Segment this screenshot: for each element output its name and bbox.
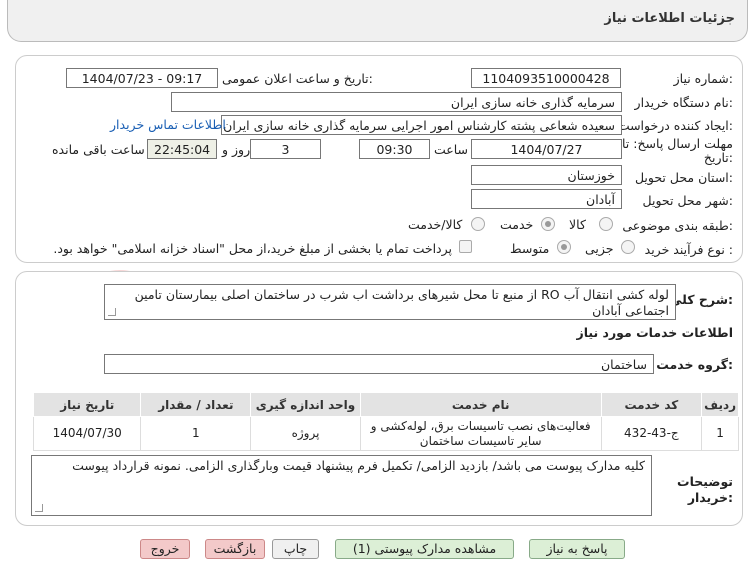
- col-quantity: تعداد / مقدار: [140, 392, 252, 417]
- deadline-time-label: ساعت: [434, 142, 469, 157]
- days-label: روز و: [222, 142, 251, 157]
- deadline-label: مهلت ارسال پاسخ: تا: [622, 136, 733, 151]
- buyer-contact-link[interactable]: اطلاعات تماس خریدار: [110, 117, 226, 132]
- service-group-label: گروه خدمت:: [656, 357, 733, 372]
- reply-button[interactable]: پاسخ به نیاز: [529, 539, 625, 559]
- buyer-notes-label-2: خریدار:: [687, 490, 733, 505]
- print-button[interactable]: چاپ: [272, 539, 319, 559]
- need-number-label: شماره نیاز:: [673, 71, 733, 86]
- page-header: جزئیات اطلاعات نیاز: [7, 0, 748, 42]
- table-row: 1 ج-43-432 فعالیت‌های نصب تاسیسات برق، ل…: [32, 416, 739, 451]
- cell-quantity: 1: [140, 416, 252, 451]
- cell-need-date: 1404/07/30: [32, 416, 142, 451]
- view-attachments-button[interactable]: مشاهده مدارک پیوستی (1): [335, 539, 514, 559]
- category-label: طبقه بندی موضوعی:: [622, 218, 733, 233]
- buyer-notes-textarea: کلیه مدارک پیوست می باشد/ بازدید الزامی/…: [31, 455, 652, 516]
- cell-row: 1: [701, 416, 739, 451]
- services-section-title: اطلاعات خدمات مورد نیاز: [576, 325, 734, 340]
- resize-handle[interactable]: [108, 308, 116, 316]
- province-label: استان محل تحویل:: [634, 170, 733, 185]
- summary-text: لوله کشی انتقال آب RO از منبع تا محل شیر…: [134, 287, 669, 318]
- col-service-name: نام خدمت: [359, 392, 602, 417]
- col-row: ردیف: [701, 392, 739, 417]
- city-field: آبادان: [471, 189, 622, 209]
- col-service-code: کد خدمت: [600, 392, 703, 417]
- city-label: شهر محل تحویل:: [642, 193, 733, 208]
- cell-unit: پروژه: [250, 416, 361, 451]
- cell-service-code: ج-43-432: [600, 416, 703, 451]
- need-number-field: 1104093510000428: [471, 68, 621, 88]
- announce-date-field: 1404/07/23 - 09:17: [66, 68, 218, 88]
- resize-handle[interactable]: [35, 504, 43, 512]
- creator-label: ایجاد کننده درخواست:: [617, 118, 733, 133]
- back-button[interactable]: بازگشت: [205, 539, 265, 559]
- process-option-medium: متوسط: [510, 241, 550, 256]
- category-radio-goods-service[interactable]: [471, 217, 485, 231]
- payment-note: پرداخت تمام یا بخشی از مبلغ خرید،از محل …: [53, 241, 452, 256]
- table-header-row: ردیف کد خدمت نام خدمت واحد اندازه گیری ت…: [32, 392, 739, 417]
- buyer-org-field: سرمایه گذاری خانه سازی ایران: [171, 92, 622, 112]
- cell-service-name: فعالیت‌های نصب تاسیسات برق، لوله‌کشی و س…: [359, 416, 602, 451]
- days-remaining-field: 3: [250, 139, 321, 159]
- col-unit: واحد اندازه گیری: [250, 392, 361, 417]
- process-option-minor: جزیی: [585, 241, 614, 256]
- buyer-notes-label: توضیحات: [677, 474, 733, 489]
- deadline-date-field: 1404/07/27: [471, 139, 622, 159]
- process-radio-medium[interactable]: [557, 240, 571, 254]
- page-title: جزئیات اطلاعات نیاز: [604, 11, 735, 26]
- category-radio-goods[interactable]: [599, 217, 613, 231]
- buyer-org-label: نام دستگاه خریدار:: [634, 95, 733, 110]
- summary-textarea: لوله کشی انتقال آب RO از منبع تا محل شیر…: [104, 284, 676, 320]
- category-option-goods-service: کالا/خدمت: [408, 217, 463, 232]
- category-option-service: خدمت: [500, 217, 534, 232]
- creator-field: سعیده شعاعی پشته کارشناس امور اجرایی سرم…: [221, 115, 622, 135]
- buyer-notes-text: کلیه مدارک پیوست می باشد/ بازدید الزامی/…: [72, 458, 645, 473]
- category-option-goods: کالا: [569, 217, 586, 232]
- exit-button[interactable]: خروج: [140, 539, 190, 559]
- announce-date-label: تاریخ و ساعت اعلان عمومی:: [222, 71, 373, 86]
- col-need-date: تاریخ نیاز: [32, 392, 142, 417]
- province-field: خوزستان: [471, 165, 622, 185]
- service-group-field: ساختمان: [104, 354, 654, 374]
- deadline-label-date: تاریخ:: [703, 150, 733, 165]
- remaining-time-label: ساعت باقی مانده: [52, 142, 145, 157]
- treasury-payment-checkbox[interactable]: [459, 240, 472, 253]
- deadline-time-field: 09:30: [359, 139, 430, 159]
- services-table: ردیف کد خدمت نام خدمت واحد اندازه گیری ت…: [32, 392, 739, 451]
- category-radio-service[interactable]: [541, 217, 555, 231]
- process-radio-minor[interactable]: [621, 240, 635, 254]
- process-label: نوع فرآیند خرید :: [644, 242, 733, 257]
- remaining-time-field: 22:45:04: [147, 139, 217, 159]
